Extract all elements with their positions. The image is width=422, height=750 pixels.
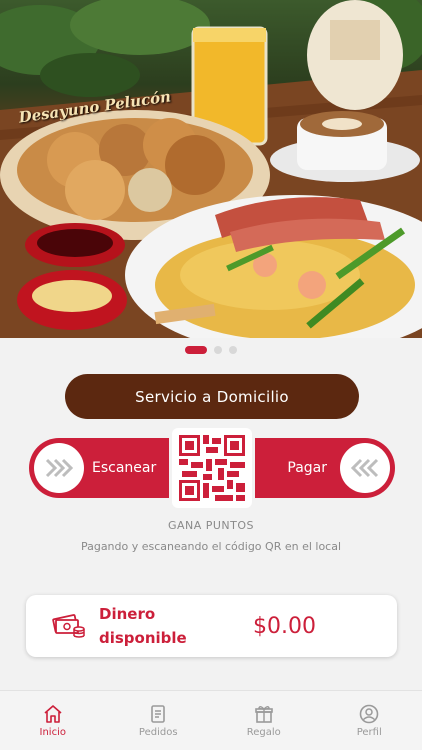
pay-button[interactable]: Pagar bbox=[255, 438, 395, 498]
home-icon bbox=[44, 704, 62, 723]
scan-arrows-icon bbox=[34, 443, 84, 493]
balance-label: Dinero disponible bbox=[99, 605, 187, 647]
carousel-indicator bbox=[0, 346, 422, 354]
nav-item-pedidos[interactable]: Pedidos bbox=[106, 691, 212, 750]
home-screen: Desayuno Pelucón Servicio a Domicilio Es… bbox=[0, 0, 422, 750]
balance-value: $0.00 bbox=[253, 613, 316, 639]
balance-card[interactable]: Dinero disponible $0.00 bbox=[26, 595, 397, 657]
carousel-dot-1[interactable] bbox=[185, 346, 207, 354]
carousel-dot-3[interactable] bbox=[229, 346, 237, 354]
home-delivery-button[interactable]: Servicio a Domicilio bbox=[65, 374, 359, 419]
breakfast-photo bbox=[0, 0, 422, 338]
scan-button[interactable]: Escanear bbox=[29, 438, 169, 498]
nav-label-inicio: Inicio bbox=[39, 726, 66, 738]
orders-icon bbox=[151, 704, 166, 723]
qr-code-icon bbox=[179, 435, 245, 501]
nav-label-pedidos: Pedidos bbox=[138, 726, 178, 738]
scan-label: Escanear bbox=[92, 460, 157, 476]
pay-arrows-icon bbox=[340, 443, 390, 493]
points-title: GANA PUNTOS bbox=[167, 519, 255, 532]
points-subtitle: Pagando y escaneando el código QR en el … bbox=[80, 540, 342, 553]
nav-item-inicio[interactable]: Inicio bbox=[0, 691, 106, 750]
nav-item-regalo[interactable]: Regalo bbox=[211, 691, 317, 750]
nav-item-perfil[interactable]: Perfil bbox=[317, 691, 422, 750]
profile-icon bbox=[359, 704, 379, 723]
nav-label-regalo: Regalo bbox=[246, 726, 281, 738]
qr-code-button[interactable] bbox=[172, 428, 252, 508]
hero-banner[interactable]: Desayuno Pelucón bbox=[0, 0, 422, 338]
nav-label-perfil: Perfil bbox=[356, 726, 382, 738]
bottom-navigation: Inicio Pedidos Regalo Perfil bbox=[0, 690, 422, 750]
gift-icon bbox=[254, 705, 273, 723]
money-icon bbox=[52, 609, 86, 643]
pay-label: Pagar bbox=[287, 460, 327, 476]
carousel-dot-2[interactable] bbox=[214, 346, 222, 354]
